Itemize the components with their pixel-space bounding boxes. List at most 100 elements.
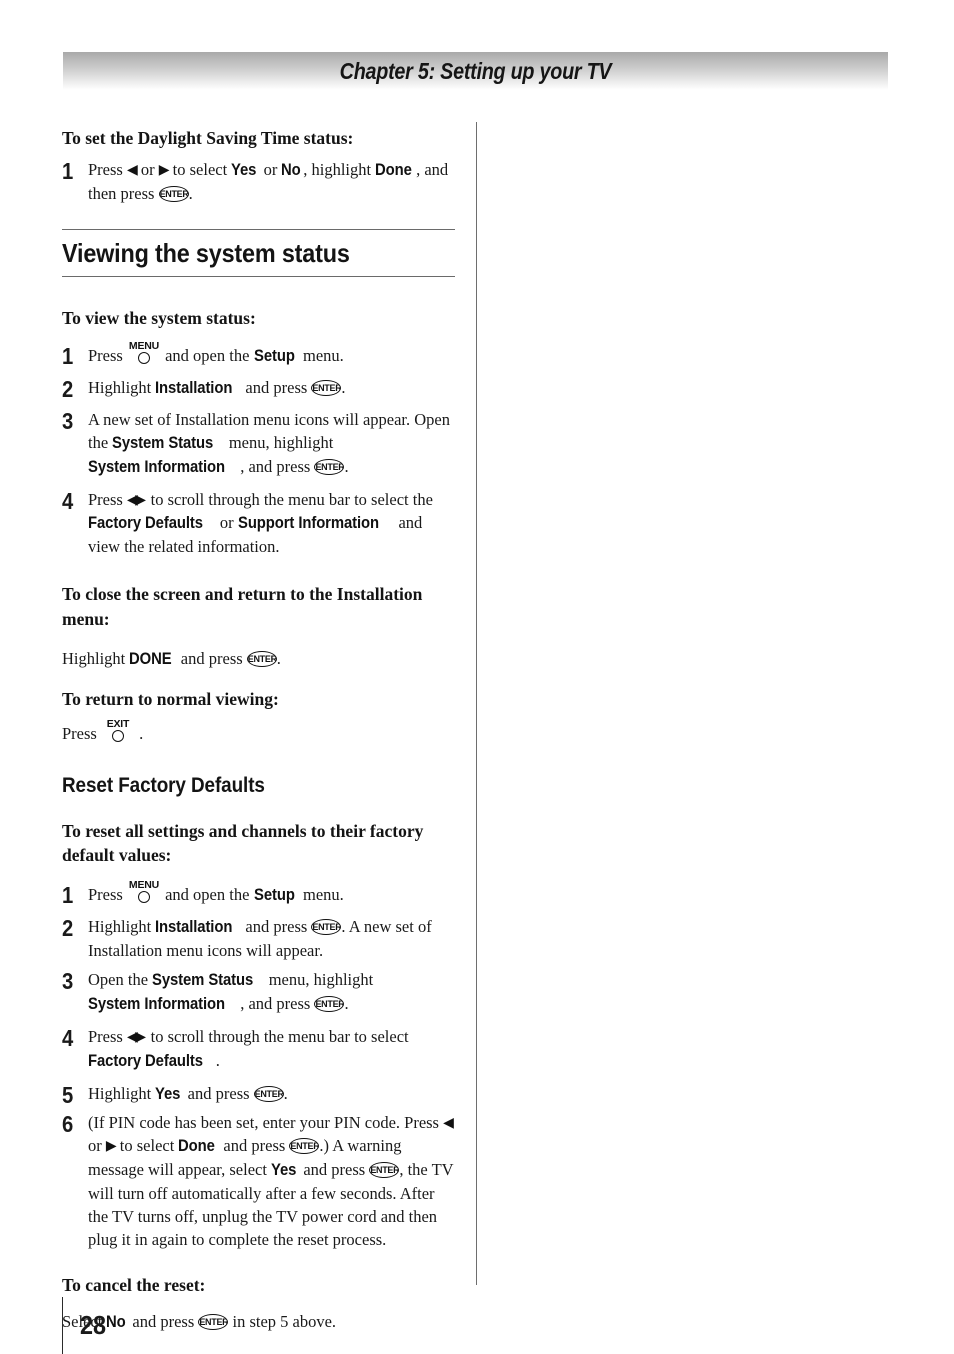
step-number: 6 [62, 1110, 74, 1137]
text-fragment: and press [299, 1160, 370, 1179]
step-reset-1: 1 Press MENU and open the Setup menu. [62, 879, 458, 908]
ui-term-system-information: System Information [88, 995, 226, 1014]
menu-key-circle [137, 352, 150, 365]
paragraph-cancel-reset: Select No and press ENTER in step 5 abov… [62, 1310, 458, 1334]
ui-term-done: Done [375, 160, 413, 179]
ui-term-installation: Installation [155, 379, 233, 398]
step-text: Highlight Installation and press ENTER. [88, 376, 458, 400]
text-fragment: and press [128, 1311, 199, 1331]
ui-term-setup: Setup [253, 885, 295, 904]
ui-term-done: Done [178, 1136, 216, 1155]
text-fragment: and press [241, 378, 312, 398]
text-fragment: . [341, 378, 346, 398]
chapter-header-bar: Chapter 5: Setting up your TV [63, 52, 888, 90]
enter-key-icon: ENTER [158, 185, 189, 202]
content-column-left: To set the Daylight Saving Time status: … [62, 126, 458, 1334]
column-divider [476, 122, 477, 1285]
ui-term-yes: Yes [271, 1161, 297, 1179]
text-fragment: and open the [160, 346, 254, 366]
paragraph-close-screen: Highlight DONE and press ENTER. [62, 647, 458, 671]
text-fragment: . [344, 994, 349, 1014]
task-heading-return-normal-viewing: To return to normal viewing: [62, 689, 279, 710]
arrow-right-icon: ▶ [105, 1138, 117, 1154]
step-view-3: 3 A new set of Installation menu icons w… [62, 408, 458, 479]
step-reset-6: 6 (If PIN code has been set, enter your … [62, 1111, 458, 1252]
ui-term-system-status: System Status [152, 971, 254, 990]
step-number: 5 [62, 1081, 74, 1108]
text-fragment: and press [183, 1083, 254, 1103]
task-heading-cancel-reset: To cancel the reset: [62, 1275, 206, 1296]
text-fragment: Press [88, 489, 127, 509]
text-fragment: . [276, 649, 281, 669]
arrow-left-icon: ◀ [126, 162, 138, 178]
task-heading-close-screen: To close the screen and return to the In… [62, 584, 423, 629]
step-view-4: 4 Press ◀▶ to scroll through the menu ba… [62, 488, 458, 558]
step-reset-3: 3 Open the System Status menu, highlight… [62, 968, 458, 1016]
text-fragment: Press [88, 346, 127, 366]
text-fragment: . [188, 183, 193, 203]
step-number: 4 [62, 1025, 74, 1052]
section-heading-reset-factory-defaults: Reset Factory Defaults [62, 773, 265, 797]
text-fragment: or [259, 159, 282, 179]
text-fragment: . [344, 456, 349, 476]
enter-key-icon: ENTER [311, 919, 342, 936]
step-text: Press ◀ or ▶ to select Yes or No, highli… [88, 158, 458, 205]
step-text: Press MENU and open the Setup menu. [88, 879, 458, 907]
arrow-left-icon: ◀ [443, 1115, 454, 1131]
text-fragment: , highlight [303, 159, 376, 179]
arrow-left-right-icon: ◀▶ [126, 1030, 146, 1046]
step-number: 1 [62, 881, 74, 908]
step-number: 2 [62, 915, 74, 942]
enter-key-icon: ENTER [314, 458, 345, 475]
enter-key-icon: ENTER [314, 996, 345, 1013]
enter-key-icon: ENTER [253, 1085, 284, 1102]
enter-key-icon: ENTER [289, 1137, 320, 1154]
ui-term-factory-defaults: Factory Defaults [88, 513, 203, 532]
chapter-title: Chapter 5: Setting up your TV [339, 58, 612, 84]
step-text: A new set of Installation menu icons wil… [88, 408, 458, 479]
exit-key-circle [111, 729, 124, 742]
step-reset-5: 5 Highlight Yes and press ENTER. [62, 1082, 458, 1107]
ui-term-support-information: Support Information [237, 513, 379, 532]
text-fragment: Highlight [88, 378, 156, 398]
text-fragment: to select [168, 159, 232, 179]
step-number: 4 [62, 487, 74, 514]
step-number: 2 [62, 376, 74, 403]
text-fragment: Highlight [62, 649, 130, 669]
paragraph-return-normal-viewing: Press EXIT . [62, 718, 458, 745]
section-rule-top [62, 228, 455, 230]
enter-key-icon: ENTER [311, 380, 342, 397]
text-fragment: Open the [88, 970, 153, 990]
step-reset-2: 2 Highlight Installation and press ENTER… [62, 915, 458, 962]
text-fragment: Select [62, 1311, 107, 1331]
text-fragment: and press [219, 1135, 290, 1155]
step-view-2: 2 Highlight Installation and press ENTER… [62, 376, 458, 401]
text-fragment: menu. [298, 346, 344, 366]
step-view-1: 1 Press MENU and open the Setup menu. [62, 340, 458, 370]
menu-key-circle [137, 890, 150, 903]
text-fragment: to scroll through the menu bar to select [146, 1027, 409, 1047]
step-text: Press ◀▶ to scroll through the menu bar … [88, 488, 458, 558]
text-fragment: Press [88, 1027, 127, 1047]
step-dst-1: 1 Press ◀ or ▶ to select Yes or No, high… [62, 158, 458, 205]
task-heading-reset-all-settings: To reset all settings and channels to th… [62, 820, 424, 866]
arrow-right-icon: ▶ [158, 162, 170, 178]
text-fragment: or [136, 159, 159, 179]
ui-term-system-information: System Information [88, 457, 226, 476]
text-fragment: , and press [240, 994, 315, 1014]
text-fragment: Highlight [88, 917, 156, 937]
step-text: Press MENU and open the Setup menu. [88, 340, 458, 368]
step-number: 1 [62, 343, 74, 370]
ui-term-no: No [106, 1312, 127, 1331]
text-fragment: , and press [240, 456, 315, 476]
step-number: 3 [62, 968, 74, 995]
exit-key-icon: EXIT [101, 718, 135, 742]
ui-term-no: No [281, 160, 302, 179]
text-fragment: Press [88, 159, 127, 179]
ui-term-installation: Installation [155, 918, 233, 937]
enter-key-icon: ENTER [246, 651, 277, 668]
ui-term-setup: Setup [253, 347, 295, 366]
text-fragment: (If PIN code has been set, enter your PI… [88, 1112, 444, 1132]
arrow-left-right-icon: ◀▶ [126, 492, 146, 508]
text-fragment: or [88, 1135, 106, 1155]
